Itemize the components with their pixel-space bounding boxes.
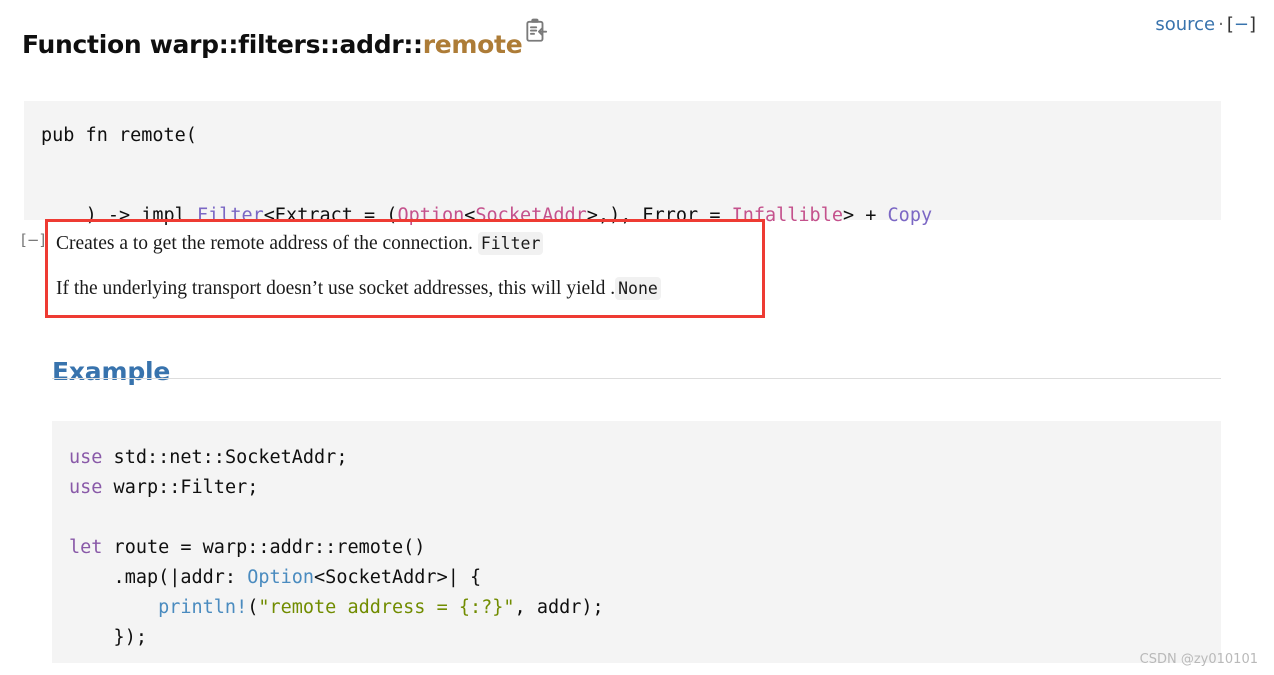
example-code-token: warp::Filter; bbox=[102, 476, 259, 498]
header-separator: · bbox=[1218, 14, 1224, 35]
sig-token-plus: > + bbox=[842, 204, 888, 226]
page-title-function-name: remote bbox=[422, 29, 523, 59]
example-code-token: std::net::SocketAddr; bbox=[102, 446, 348, 468]
example-code-token: .map(|addr: bbox=[69, 566, 248, 588]
example-code-token: "remote address = {:?}" bbox=[258, 596, 515, 618]
function-signature-block: pub fn remote( ) -> impl Filter<Extract … bbox=[24, 100, 1221, 225]
example-code-token: use bbox=[69, 476, 103, 498]
doc-collapse-toggle[interactable]: [−] bbox=[21, 230, 45, 250]
section-divider bbox=[52, 378, 1221, 379]
example-code-token: , addr); bbox=[514, 596, 604, 618]
example-code-token: use bbox=[69, 446, 103, 468]
page-header: Function warp::filters::addr::remote sou… bbox=[0, 0, 1274, 62]
example-code-block: use std::net::SocketAddr; use warp::Filt… bbox=[52, 420, 1221, 663]
inline-code-filter: Filter bbox=[477, 232, 544, 255]
collapse-all-toggle[interactable]: [−] bbox=[1227, 14, 1256, 35]
bracket-open: [ bbox=[1226, 14, 1234, 35]
doc-paragraph-1-text: Creates a to get the remote address of t… bbox=[56, 233, 473, 254]
example-code-content: use std::net::SocketAddr; use warp::Filt… bbox=[69, 443, 604, 653]
example-code-token: Option bbox=[247, 566, 315, 588]
sig-token-copy[interactable]: Copy bbox=[888, 205, 933, 226]
example-heading[interactable]: Example bbox=[52, 357, 170, 386]
header-actions: source · [−] bbox=[1155, 14, 1256, 36]
example-code-token: ( bbox=[247, 596, 259, 618]
example-code-token: }); bbox=[69, 626, 147, 648]
watermark: CSDN @zy010101 bbox=[1139, 652, 1258, 667]
copy-clipboard-icon[interactable] bbox=[523, 18, 549, 44]
example-code-token: route = warp::addr::remote() bbox=[102, 536, 426, 558]
minus-icon: − bbox=[1233, 14, 1249, 35]
page-title: Function warp::filters::addr::remote bbox=[22, 29, 523, 59]
signature-line-1: pub fn remote( bbox=[41, 124, 197, 146]
doc-paragraph-1: Creates a to get the remote address of t… bbox=[56, 231, 544, 257]
source-link[interactable]: source bbox=[1155, 14, 1215, 35]
example-code-token: <SocketAddr>| { bbox=[314, 566, 482, 588]
doc-paragraph-2: If the underlying transport doesn’t use … bbox=[56, 276, 661, 302]
example-code-token: let bbox=[69, 536, 103, 558]
doc-description-highlight: Creates a to get the remote address of t… bbox=[45, 219, 765, 318]
page-title-path: Function warp::filters::addr:: bbox=[22, 29, 423, 59]
inline-code-none: None bbox=[615, 277, 661, 300]
bracket-close: ] bbox=[1248, 14, 1256, 35]
doc-paragraph-2-text: If the underlying transport doesn’t use … bbox=[56, 278, 616, 299]
example-code-token bbox=[69, 597, 158, 618]
example-code-token: println! bbox=[158, 596, 248, 618]
